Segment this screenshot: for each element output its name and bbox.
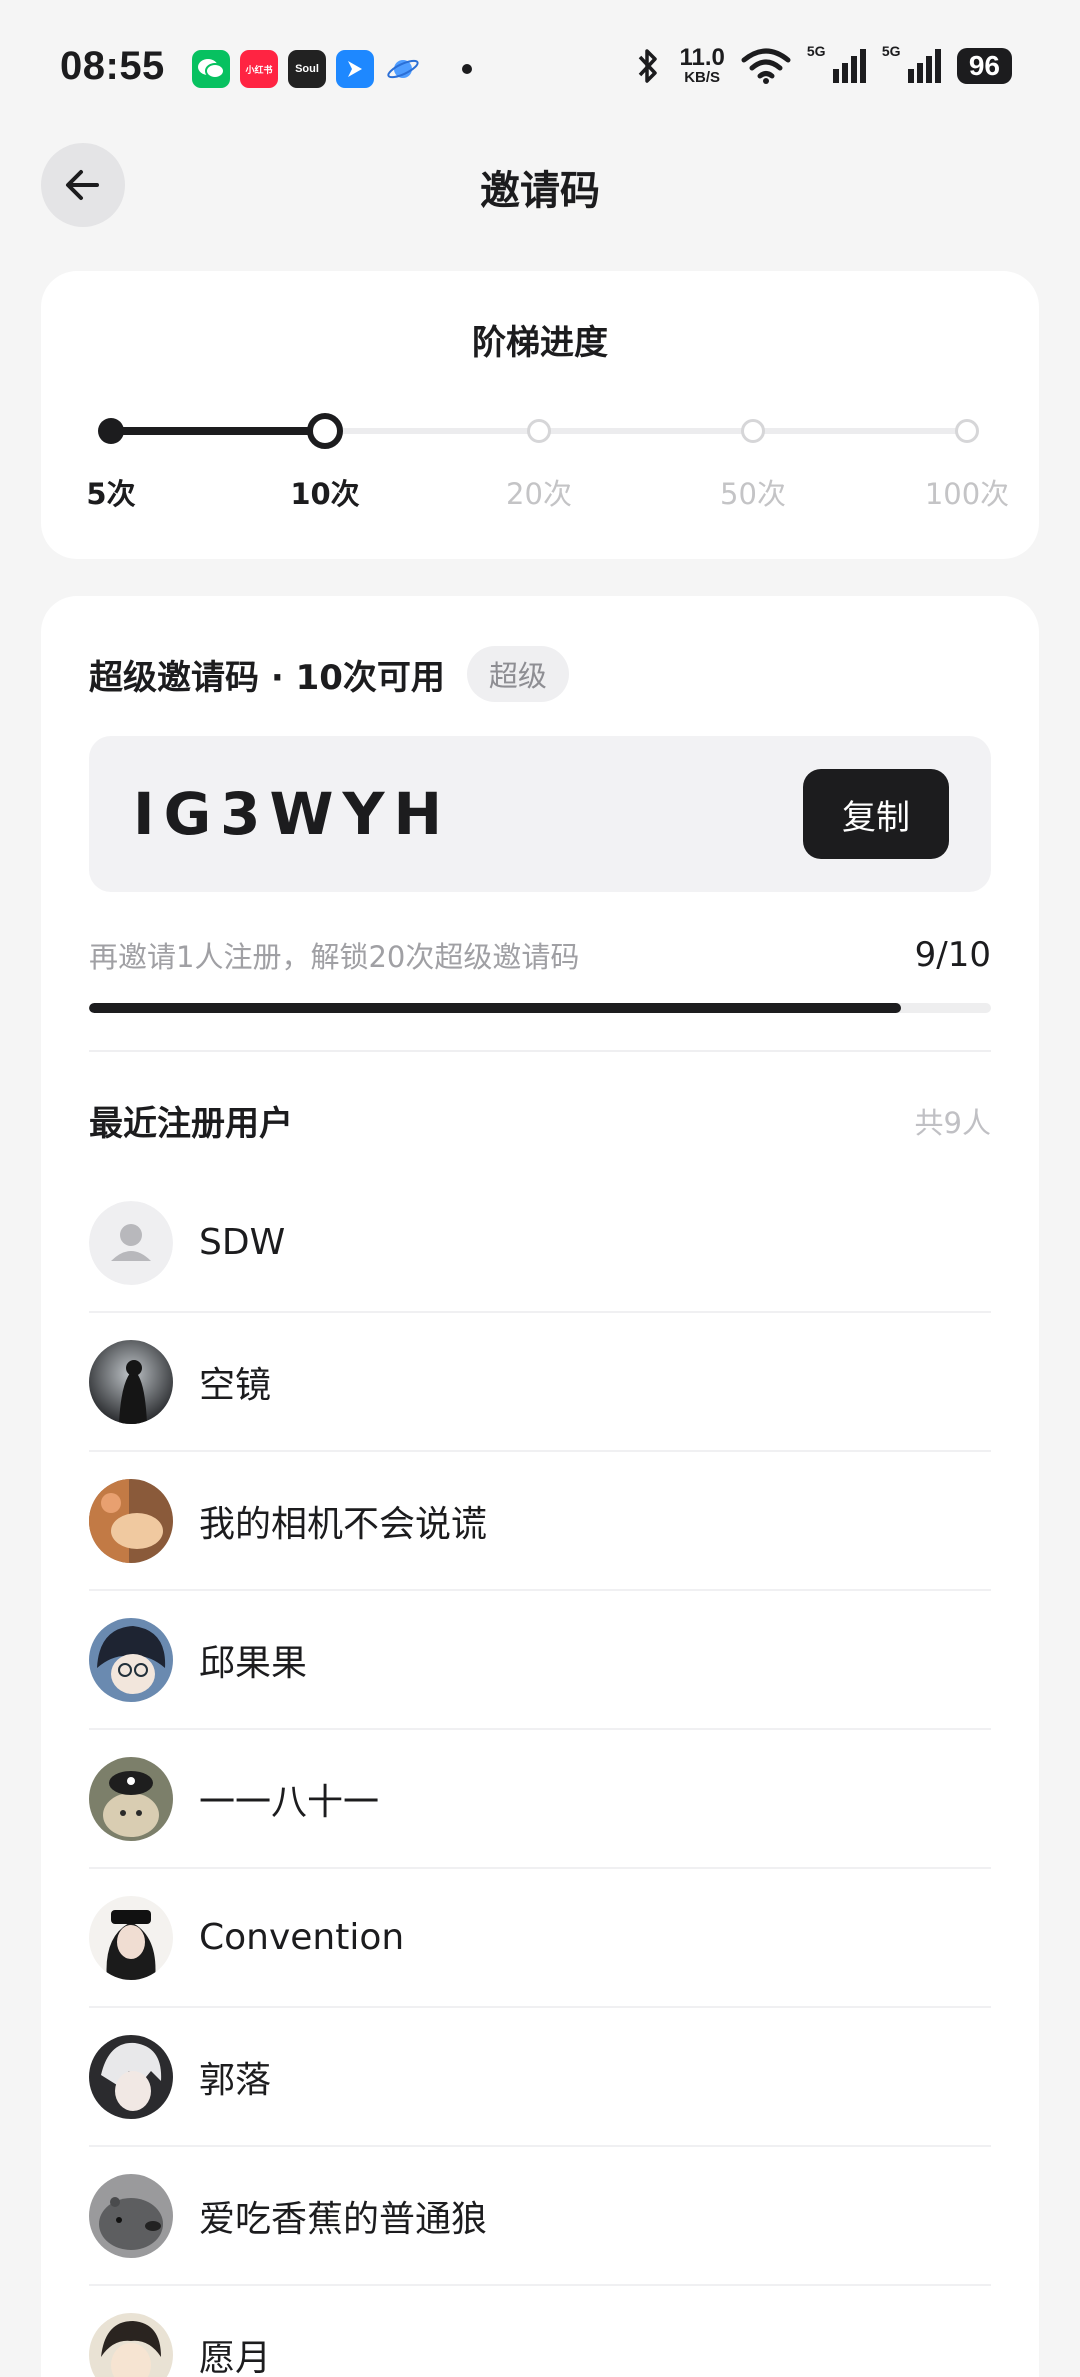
user-avatar [89, 2173, 173, 2258]
super-badge: 超级 [466, 646, 569, 702]
recent-users-title: 最近注册用户 [89, 1104, 293, 1144]
soul-icon: Soul [288, 50, 326, 88]
invite-title: 超级邀请码 · 10次可用 [89, 657, 445, 698]
status-indicators: 11.0 KB/S 5G 5G 96 [633, 43, 1012, 86]
ladder-step-node [98, 418, 124, 444]
user-name: 愿月 [199, 2337, 272, 2377]
ladder-step-label: 10次 [290, 477, 360, 511]
bird-app-icon [336, 50, 374, 88]
user-name: 爱吃香蕉的普通狼 [199, 2198, 488, 2240]
status-time: 08:55 [60, 44, 165, 88]
signal-5g-icon-2: 5G [882, 43, 941, 83]
more-notifications-dot [462, 64, 472, 74]
user-name: 一一八十一 [199, 1781, 380, 1823]
user-row[interactable]: Convention [89, 1869, 991, 2008]
user-avatar [89, 1895, 173, 1980]
default-avatar-icon [89, 1200, 173, 1285]
notification-app-icons: 小红书 Soul [192, 50, 472, 88]
user-row[interactable]: 愿月 [89, 2286, 991, 2377]
user-avatar [89, 1617, 173, 1702]
recent-users-header: 最近注册用户 共9人 [89, 1096, 991, 1145]
user-row[interactable]: 我的相机不会说谎 [89, 1452, 991, 1591]
invite-code-box: IG3WYH 复制 [89, 736, 991, 892]
signal-tag-1: 5G [806, 42, 826, 59]
invite-code-page: 08:55 小红书 Soul 11.0 KB/S 5G 5G 96 邀请码 阶梯… [0, 0, 1080, 2377]
user-avatar [89, 1339, 173, 1424]
user-row[interactable]: 郭落 [89, 2008, 991, 2147]
bluetooth-icon [639, 48, 658, 83]
network-speed-unit: KB/S [684, 69, 721, 86]
unlock-progress-count: 9/10 [914, 935, 991, 975]
network-speed: 11.0 KB/S [679, 44, 725, 86]
user-avatar [89, 1478, 173, 1563]
user-name: 邱果果 [199, 1642, 308, 1684]
ladder-step-label: 5次 [86, 477, 136, 511]
ladder-step-node [741, 419, 765, 443]
user-avatar [89, 2034, 173, 2119]
invite-code-text: IG3WYH [133, 780, 452, 848]
ladder-step-label: 100次 [924, 477, 1010, 511]
signal-tag-2: 5G [881, 42, 901, 59]
user-row[interactable]: 邱果果 [89, 1591, 991, 1730]
user-avatar [89, 2312, 173, 2377]
wechat-icon [192, 50, 230, 88]
user-name: 我的相机不会说谎 [199, 1503, 488, 1545]
user-row[interactable]: 爱吃香蕉的普通狼 [89, 2147, 991, 2286]
unlock-progress-fill [89, 1003, 901, 1013]
unlock-tip: 再邀请1人注册，解锁20次超级邀请码 [89, 940, 580, 974]
user-name: Convention [199, 1917, 405, 1958]
ladder-step-node [527, 419, 551, 443]
user-name: SDW [199, 1222, 286, 1263]
ladder-step-node [955, 419, 979, 443]
page-title: 邀请码 [480, 168, 600, 214]
user-row[interactable]: SDW [89, 1174, 991, 1313]
user-name: 郭落 [199, 2059, 272, 2101]
ladder-step-label: 50次 [720, 477, 786, 511]
recent-users-count: 共9人 [914, 1105, 991, 1140]
xiaohongshu-icon: 小红书 [240, 50, 278, 88]
divider [89, 1050, 991, 1052]
user-avatar [89, 1756, 173, 1841]
user-row[interactable]: 空镜 [89, 1313, 991, 1452]
network-speed-value: 11.0 [679, 44, 725, 71]
wifi-icon [741, 48, 791, 84]
ladder-track-fill [111, 427, 325, 435]
ladder-step-node [307, 413, 343, 449]
ladder-title: 阶梯进度 [472, 323, 608, 363]
unlock-progress-bar [89, 1003, 991, 1013]
ladder-progress-card: 阶梯进度 5次 10次 20次 50次 100次 [41, 271, 1039, 559]
invite-code-card: 超级邀请码 · 10次可用 超级 IG3WYH 复制 再邀请1人注册，解锁20次… [41, 596, 1039, 2377]
copy-button[interactable]: 复制 [803, 769, 949, 859]
planet-app-icon [384, 50, 422, 88]
user-name: 空镜 [199, 1364, 272, 1406]
battery-indicator: 96 [956, 47, 1012, 84]
signal-5g-icon-1: 5G [807, 43, 866, 83]
user-row[interactable]: 一一八十一 [89, 1730, 991, 1869]
ladder-step-label: 20次 [506, 477, 572, 511]
status-bar: 08:55 小红书 Soul 11.0 KB/S 5G 5G 96 [0, 0, 1080, 120]
invite-header: 超级邀请码 · 10次可用 超级 [89, 646, 569, 702]
unlock-row: 再邀请1人注册，解锁20次超级邀请码 9/10 [89, 934, 991, 976]
recent-users-list: SDW 空镜 我的相机不会说谎 邱果果 一一八十一 Convention 郭落 … [89, 1174, 991, 2377]
